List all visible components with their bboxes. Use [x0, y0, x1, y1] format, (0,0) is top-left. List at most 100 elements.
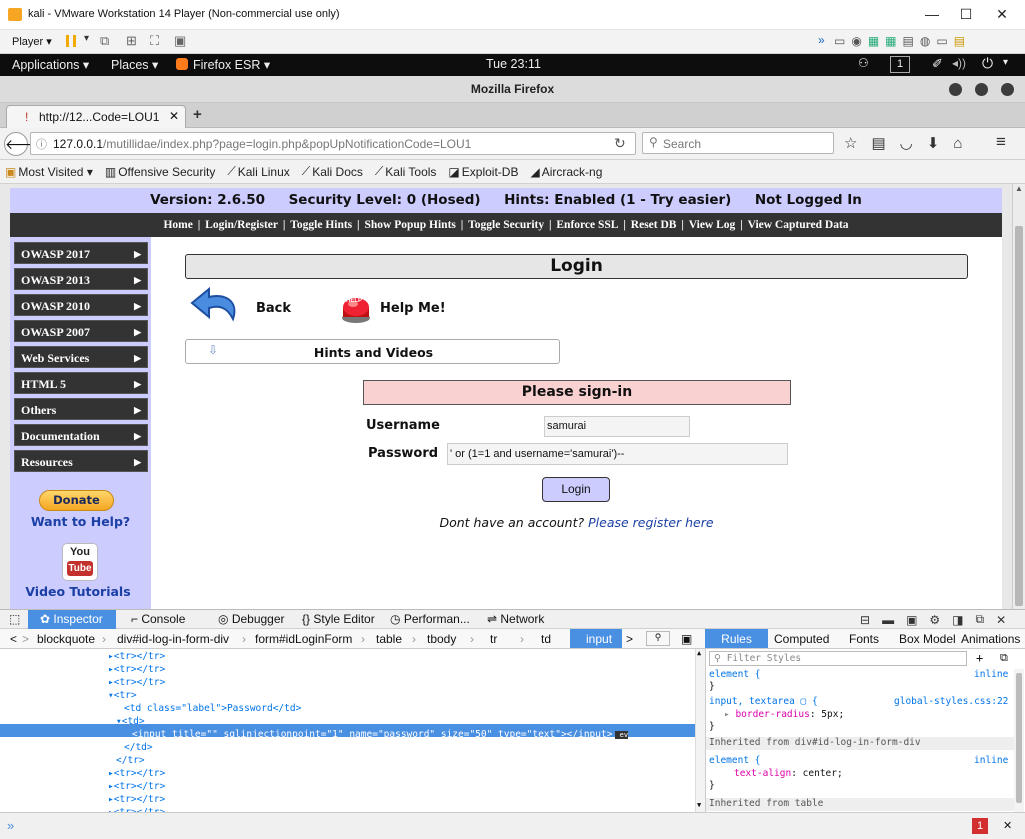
nav-toggle-security[interactable]: Toggle Security — [468, 219, 544, 231]
bookmark-star-icon[interactable]: ☆ — [844, 134, 857, 152]
sidebar-item-others[interactable]: Others ▶ — [14, 398, 148, 420]
rules-tab-fonts[interactable]: Fonts — [849, 632, 879, 646]
network2-icon[interactable]: ▦ — [885, 34, 896, 48]
sidebar-item-owasp-2010[interactable]: OWASP 2010 ▶ — [14, 294, 148, 316]
tab-debugger[interactable]: ◎ Debugger — [218, 612, 285, 626]
firefox-app-menu[interactable]: Firefox ESR ▾ — [193, 57, 270, 72]
send-ctrl-alt-del-icon[interactable]: ⧉ — [100, 33, 109, 49]
sidebar-item-resources[interactable]: Resources ▶ — [14, 450, 148, 472]
search-field[interactable]: ⚲ Search — [642, 132, 834, 154]
unity-icon[interactable]: ▣ — [174, 33, 186, 49]
power-icon[interactable]: ⏻ — [982, 55, 993, 72]
crumb-more-icon[interactable]: > — [626, 632, 633, 646]
bookmark-exploit-db[interactable]: Exploit-DB — [462, 165, 519, 179]
tab-close-icon[interactable]: ✕ — [169, 109, 179, 123]
rule-input-decl[interactable]: ▸ border-radius: 5px; — [724, 709, 844, 720]
crumb-input[interactable]: input — [570, 629, 622, 648]
downloads-icon[interactable]: ⬇ — [927, 134, 940, 152]
hdd-icon[interactable]: ▭ — [834, 34, 845, 48]
fullscreen-icon[interactable]: ⛶ — [150, 33, 159, 49]
console-command-line[interactable]: » 1 ✕ — [0, 812, 1025, 839]
crumb-table[interactable]: table — [376, 632, 402, 646]
pseudo-class-icon[interactable]: ⧉ — [1000, 651, 1008, 665]
tab-console[interactable]: ⌐ Console — [131, 612, 185, 626]
markup-search-icon[interactable]: ⚲ — [646, 631, 670, 646]
donate-button[interactable]: Donate — [39, 490, 114, 511]
markup-line[interactable]: <input title="" sqlinjectionpoint="1" na… — [0, 728, 695, 741]
sidebar-item-web-services[interactable]: Web Services ▶ — [14, 346, 148, 368]
scroll-thumb[interactable] — [1015, 226, 1023, 606]
nav-login-register[interactable]: Login/Register — [205, 219, 278, 231]
filter-styles-input[interactable]: ⚲ Filter Styles — [709, 651, 967, 666]
markup-line[interactable]: ▸<tr></tr> — [0, 793, 695, 806]
nav-reset-db[interactable]: Reset DB — [631, 219, 677, 231]
video-tutorials-link[interactable]: Video Tutorials — [10, 584, 146, 599]
sidebar-item-html5[interactable]: HTML 5 ▶ — [14, 372, 148, 394]
pause-dropdown-icon[interactable]: ▾ — [84, 33, 89, 44]
crumb-next-icon[interactable]: > — [22, 632, 29, 646]
devices-expand-icon[interactable]: » — [818, 33, 825, 47]
bookmark-kali-linux[interactable]: Kali Linux — [238, 165, 290, 179]
bookmark-offensive-security[interactable]: Offensive Security — [118, 165, 215, 179]
clock[interactable]: Tue 23:11 — [486, 57, 541, 71]
rules-tab-animations[interactable]: Animations — [961, 632, 1020, 646]
places-menu[interactable]: Places ▾ — [111, 57, 158, 72]
crumb-tbody[interactable]: tbody — [427, 632, 456, 646]
markup-line[interactable]: ▾<tr> — [0, 689, 695, 702]
cd-icon[interactable]: ◉ — [851, 34, 861, 48]
devtools-close-icon[interactable]: ✕ — [996, 613, 1006, 627]
power-dropdown-icon[interactable]: ▾ — [1003, 57, 1008, 68]
markup-line[interactable]: <td class="label">Password</td> — [0, 702, 695, 715]
rule-element-selector[interactable]: element { — [709, 669, 760, 680]
rules-tab-rules[interactable]: Rules — [705, 629, 768, 648]
nav-toggle-hints[interactable]: Toggle Hints — [290, 219, 352, 231]
tab-mutillidae[interactable]: ǃ http://12...Code=LOU1 ✕ — [6, 105, 186, 128]
info-icon[interactable]: ⓘ — [36, 136, 47, 152]
reload-icon[interactable]: ↻ — [614, 135, 626, 152]
dock-icon[interactable]: ▬ — [882, 613, 894, 627]
bookmark-most-visited[interactable]: Most Visited ▾ — [18, 165, 93, 179]
tab-network[interactable]: ⇌ Network — [487, 612, 544, 626]
sound-icon[interactable]: ◍ — [920, 34, 930, 48]
settings-gear-icon[interactable]: ⚙ — [929, 613, 940, 627]
password-input[interactable]: ' or (1=1 and username='samurai')-- — [447, 443, 788, 465]
sidebar-item-owasp-2017[interactable]: OWASP 2017 ▶ — [14, 242, 148, 264]
tab-inspector[interactable]: ✿ Inspector — [28, 610, 116, 629]
add-rule-icon[interactable]: + — [976, 651, 983, 665]
register-link[interactable]: Please register here — [588, 515, 713, 530]
network-icon[interactable]: ▦ — [868, 34, 879, 48]
printer-icon[interactable]: ▤ — [903, 34, 914, 48]
markup-line[interactable]: ▸<tr></tr> — [0, 676, 695, 689]
people-icon[interactable]: ⚇ — [858, 56, 869, 70]
crumb-form[interactable]: form#idLoginForm — [255, 632, 352, 646]
workspace-indicator[interactable]: 1 — [890, 56, 910, 73]
markup-line[interactable]: ▸<tr></tr> — [0, 767, 695, 780]
username-input[interactable]: samurai — [544, 416, 690, 437]
ff-maximize-icon[interactable] — [975, 83, 988, 96]
reading-list-icon[interactable]: ▤ — [871, 134, 885, 152]
pick-element-icon[interactable]: ⬚ — [9, 612, 20, 626]
tab-style-editor[interactable]: {} Style Editor — [302, 612, 375, 626]
message-icon[interactable]: ▤ — [954, 34, 965, 48]
split-console-icon[interactable]: ⊟ — [860, 613, 870, 627]
scroll-up-icon[interactable]: ▲ — [1015, 184, 1023, 193]
crumb-blockquote[interactable]: blockquote — [37, 632, 95, 646]
markup-line[interactable]: ▸<tr></tr> — [0, 650, 695, 663]
back-link[interactable]: Back — [256, 301, 291, 316]
nav-view-captured-data[interactable]: View Captured Data — [748, 219, 849, 231]
rules-scroll-thumb[interactable] — [1016, 673, 1022, 803]
minimize-icon[interactable]: — — [917, 6, 947, 22]
close-command-icon[interactable]: ✕ — [1003, 819, 1012, 832]
hamburger-menu-icon[interactable]: ≡ — [996, 132, 1006, 152]
nav-show-popup-hints[interactable]: Show Popup Hints — [364, 219, 455, 231]
pointer-tool-icon[interactable]: ✐ — [932, 56, 943, 72]
removable-devices-icon[interactable]: ⊞ — [126, 33, 137, 49]
rule-element2-selector[interactable]: element { — [709, 755, 760, 766]
rules-tab-computed[interactable]: Computed — [774, 632, 829, 646]
nav-view-log[interactable]: View Log — [689, 219, 736, 231]
sidebar-item-documentation[interactable]: Documentation ▶ — [14, 424, 148, 446]
rule-element2-source[interactable]: inline — [974, 755, 1008, 766]
back-icon[interactable]: 🡐 — [4, 132, 43, 156]
crumb-tr[interactable]: tr — [490, 632, 497, 646]
rule-element-source[interactable]: inline — [974, 669, 1008, 680]
